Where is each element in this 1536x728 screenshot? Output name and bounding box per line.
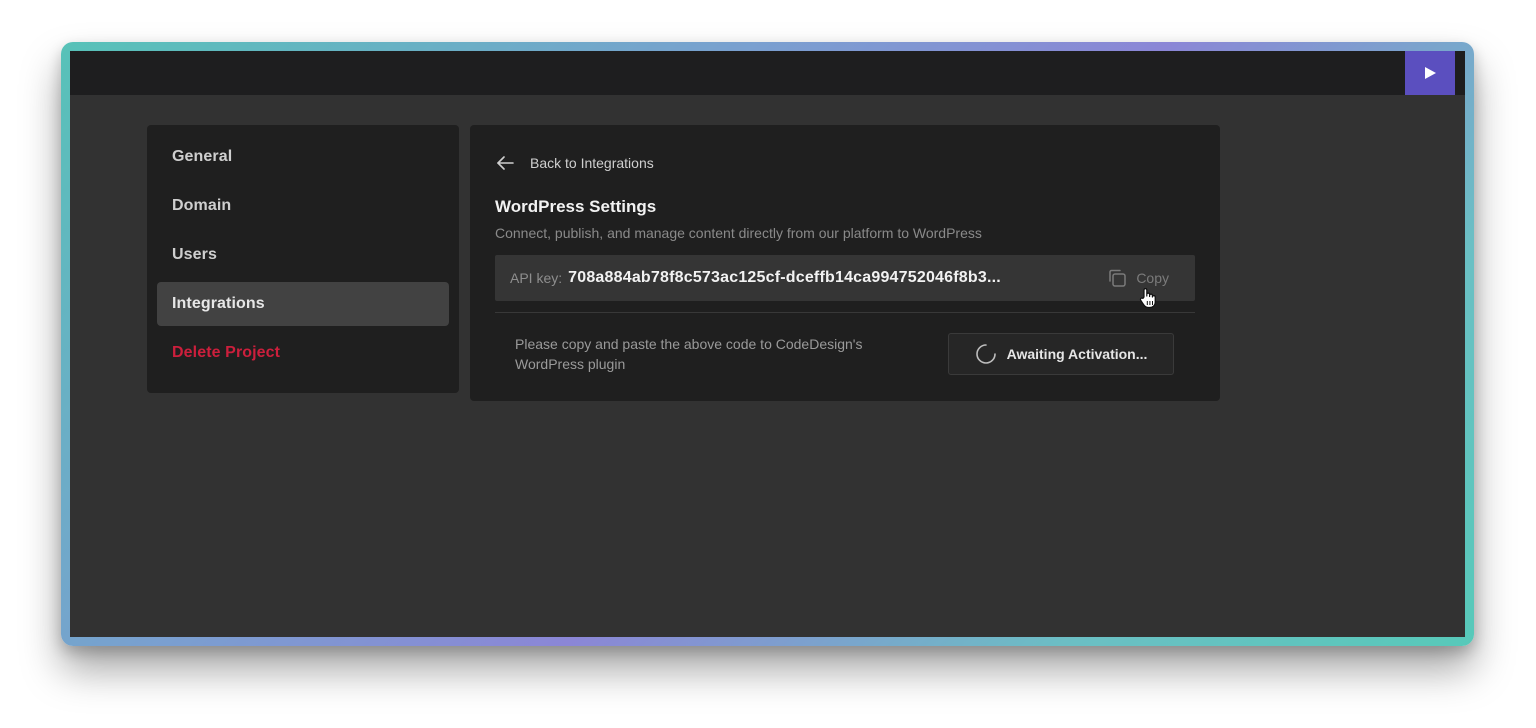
wordpress-settings-panel: Back to Integrations WordPress Settings … bbox=[470, 125, 1220, 401]
instruction-text: Please copy and paste the above code to … bbox=[515, 336, 863, 372]
api-key-value: 708a884ab78f8c573ac125cf-dceffb14ca99475… bbox=[568, 269, 1001, 286]
divider bbox=[495, 312, 1195, 313]
window-frame: General Domain Users Integrations Delete… bbox=[61, 42, 1474, 646]
page-subtitle: Connect, publish, and manage content dir… bbox=[495, 225, 982, 241]
sidebar-item-label: Domain bbox=[172, 197, 232, 214]
sidebar-item-general[interactable]: General bbox=[157, 135, 449, 179]
hand-cursor-icon bbox=[1139, 288, 1156, 309]
copy-button[interactable]: Copy bbox=[1107, 268, 1169, 288]
spinner-icon bbox=[975, 344, 996, 364]
play-button[interactable] bbox=[1405, 51, 1455, 95]
api-key-label: API key: bbox=[510, 270, 563, 286]
page-title: WordPress Settings bbox=[495, 197, 657, 216]
sidebar-item-label: Integrations bbox=[172, 295, 265, 312]
top-bar bbox=[70, 51, 1465, 95]
back-link-label: Back to Integrations bbox=[530, 155, 654, 171]
back-to-integrations-link[interactable]: Back to Integrations bbox=[496, 151, 654, 175]
sidebar-item-label: Users bbox=[172, 246, 217, 263]
copy-icon bbox=[1109, 269, 1127, 287]
copy-label: Copy bbox=[1136, 270, 1169, 286]
sidebar-item-domain[interactable]: Domain bbox=[157, 184, 449, 228]
sidebar-item-integrations[interactable]: Integrations bbox=[157, 282, 449, 326]
sidebar-item-delete-project[interactable]: Delete Project bbox=[157, 331, 449, 375]
awaiting-activation-button[interactable]: Awaiting Activation... bbox=[948, 333, 1174, 375]
awaiting-activation-label: Awaiting Activation... bbox=[1006, 346, 1148, 362]
api-key-field[interactable]: API key: 708a884ab78f8c573ac125cf-dceffb… bbox=[495, 255, 1195, 301]
sidebar-item-label: General bbox=[172, 148, 233, 165]
arrow-left-icon bbox=[497, 156, 514, 170]
sidebar-item-label: Delete Project bbox=[172, 344, 281, 361]
app-window: General Domain Users Integrations Delete… bbox=[70, 51, 1465, 637]
sidebar-item-users[interactable]: Users bbox=[157, 233, 449, 277]
settings-sidebar: General Domain Users Integrations Delete… bbox=[147, 125, 459, 393]
play-icon bbox=[1425, 67, 1436, 79]
